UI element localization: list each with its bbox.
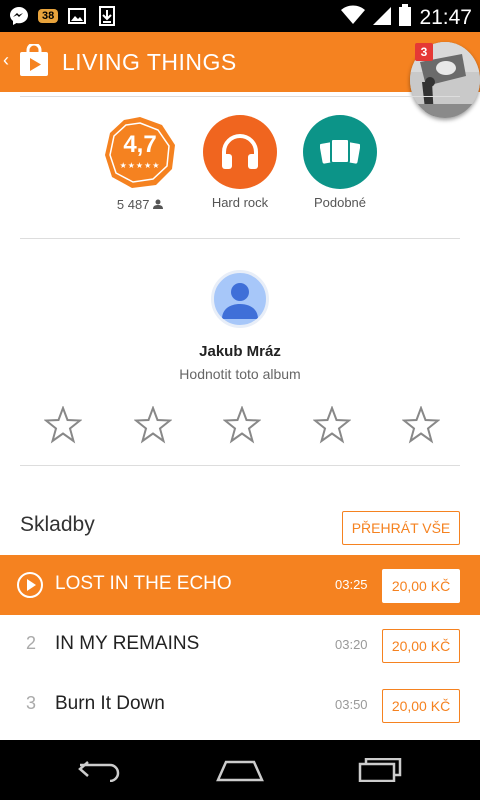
star-icon[interactable] [223,406,261,444]
rating-stars-icon: ★★★★★ [119,161,161,170]
wifi-icon [341,5,366,30]
notification-badge: 3 [415,43,433,61]
rating-badge: 4,7 ★★★★★ [102,115,178,191]
genre-stat[interactable]: Hard rock [200,115,280,210]
signal-icon [373,5,392,30]
play-icon[interactable] [16,571,44,599]
track-row[interactable]: 3 Burn It Down 03:50 20,00 KČ [0,675,480,735]
headphones-icon [222,134,258,169]
similar-stat[interactable]: Podobné [300,115,380,210]
play-all-button[interactable]: PŘEHRÁT VŠE [342,511,460,545]
recents-icon[interactable] [358,758,402,782]
star-icon[interactable] [44,406,82,444]
genre-badge [203,115,277,189]
rate-album-prompt: Hodnotit toto album [179,366,301,382]
track-duration: 03:50 [335,697,368,712]
similar-albums-icon [320,138,360,164]
rating-stat[interactable]: 4,7 ★★★★★ 5 487 [100,115,180,212]
app-bar: ‹ LIVING THINGS [0,32,480,92]
status-time: 21:47 [419,5,472,29]
battery-icon [399,4,412,31]
back-button[interactable] [60,752,140,788]
divider [20,96,460,97]
play-store-icon[interactable] [18,42,50,78]
star-rating-input[interactable] [44,406,440,444]
track-title: Burn It Down [55,693,165,714]
star-icon[interactable] [402,406,440,444]
track-number: 2 [25,633,36,653]
track-title: LOST IN THE ECHO [55,573,232,594]
buy-track-button[interactable]: 20,00 KČ [382,569,460,603]
buy-track-button[interactable]: 20,00 KČ [382,689,460,723]
divider [20,238,460,239]
similar-badge [303,115,377,189]
rating-count-row: 5 487 [100,197,180,212]
track-duration: 03:25 [335,577,368,592]
image-icon [66,5,88,27]
download-icon [96,5,118,27]
messenger-icon [8,5,30,27]
rating-count: 5 487 [116,197,150,212]
star-icon[interactable] [133,406,172,444]
person-icon [153,199,164,209]
home-button[interactable] [200,752,280,788]
rating-value: 4,7 [123,131,157,158]
up-chevron-icon[interactable]: ‹ [3,50,9,71]
reviewer-name: Jakub Mráz [199,343,281,360]
track-row[interactable]: LOST IN THE ECHO 03:25 20,00 KČ [0,555,480,615]
divider [20,465,460,466]
navigation-bar [0,740,480,800]
buy-track-button[interactable]: 20,00 KČ [382,629,460,663]
similar-label: Podobné [313,195,367,210]
track-title: IN MY REMAINS [55,633,200,654]
track-number: 3 [25,693,36,713]
avatar [211,270,269,328]
status-bar: 38 21:47 [0,0,480,32]
back-icon[interactable] [78,758,122,782]
track-duration: 03:20 [335,637,368,652]
track-row[interactable]: 2 IN MY REMAINS 03:20 20,00 KČ [0,615,480,675]
home-icon[interactable] [216,758,264,782]
section-title: Skladby [20,513,95,536]
recents-button[interactable] [340,752,420,788]
genre-label: Hard rock [211,195,269,210]
star-icon[interactable] [312,406,351,444]
page-title: LIVING THINGS [62,49,237,75]
notification-count-badge: 38 [38,9,59,23]
